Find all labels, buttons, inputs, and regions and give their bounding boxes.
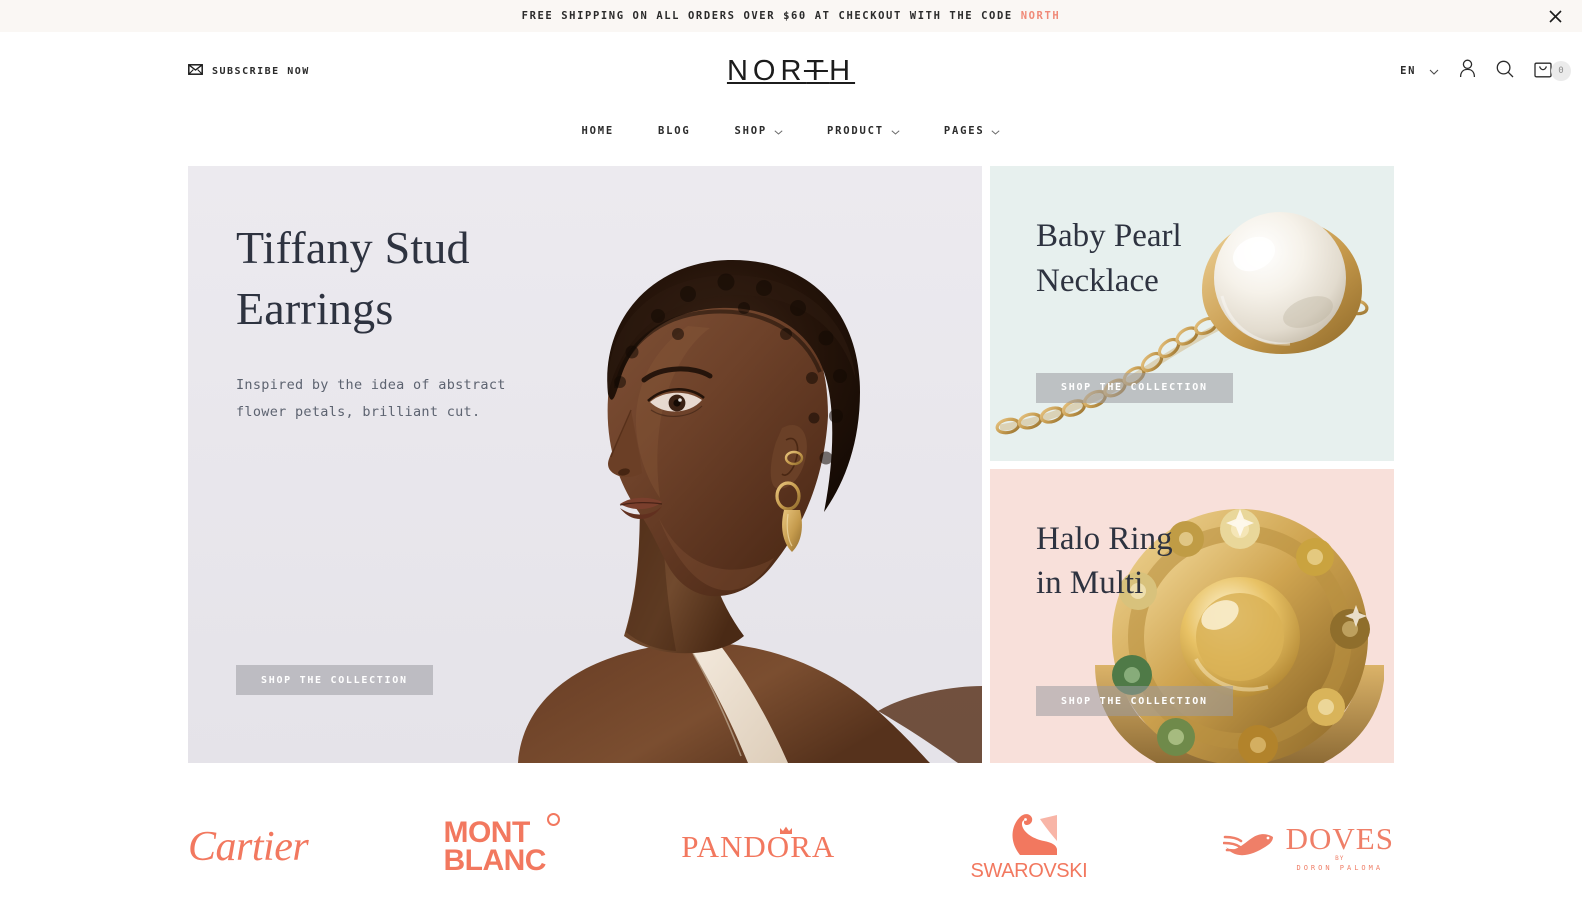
logo-text-part2: T bbox=[804, 54, 830, 87]
logo-text-part3: H bbox=[829, 54, 856, 87]
user-icon bbox=[1459, 59, 1476, 83]
nav-label-pages: PAGES bbox=[943, 125, 985, 137]
pandora-crown-icon bbox=[779, 823, 793, 840]
shopping-bag-icon bbox=[1534, 60, 1552, 83]
brand-name-swarovski: SWAROVSKI bbox=[970, 860, 1088, 882]
main-navigation: HOME BLOG SHOP PRODUCT PAGES bbox=[0, 110, 1582, 152]
chevron-down-icon bbox=[774, 122, 783, 140]
hero-title-line2: Earrings bbox=[236, 282, 394, 334]
brand-name-montblanc: MONT BLANC bbox=[443, 812, 560, 877]
envelope-icon bbox=[188, 62, 203, 80]
brand-doves-by: BY bbox=[1335, 854, 1345, 862]
brand-name-cartier: Cartier bbox=[188, 824, 309, 870]
brand-doves-subtitle: DORON PALOMA bbox=[1296, 863, 1384, 872]
cart-button[interactable]: 0 bbox=[1534, 60, 1571, 83]
hero-description: Inspired by the idea of abstract flower … bbox=[236, 377, 506, 421]
brand-name-pandora-wrap: PANDORA bbox=[681, 826, 836, 865]
subscribe-label: SUBSCRIBE NOW bbox=[212, 65, 310, 77]
brand-logos-section: Cartier MONT BLANC PANDORA SWAROVSKI DOV… bbox=[188, 787, 1394, 900]
nav-item-blog[interactable]: BLOG bbox=[636, 125, 713, 137]
nav-item-home[interactable]: HOME bbox=[560, 125, 637, 137]
brand-name-doves: DOVES bbox=[1285, 820, 1394, 856]
card-title-line1: Halo Ring bbox=[1036, 520, 1173, 557]
chevron-down-icon bbox=[891, 122, 900, 140]
hero-shop-collection-label: SHOP THE COLLECTION bbox=[261, 674, 408, 686]
card-shop-collection-button-pearl[interactable]: SHOP THE COLLECTION bbox=[1036, 372, 1233, 403]
hero-side-cards: Baby Pearl Necklace SHOP THE COLLECTION bbox=[990, 166, 1394, 763]
promo-code: NORTH bbox=[1020, 10, 1061, 22]
chevron-down-icon bbox=[1429, 62, 1439, 80]
card-shop-collection-label-pearl: SHOP THE COLLECTION bbox=[1061, 382, 1208, 393]
nav-item-pages[interactable]: PAGES bbox=[922, 122, 1023, 140]
nav-label-product: PRODUCT bbox=[827, 125, 884, 137]
card-shop-collection-button-ring[interactable]: SHOP THE COLLECTION bbox=[1036, 686, 1233, 716]
brand-logo-cartier[interactable]: Cartier bbox=[188, 811, 309, 883]
subscribe-link[interactable]: SUBSCRIBE NOW bbox=[188, 62, 310, 80]
card-title-halo-ring: Halo Ring in Multi bbox=[1036, 517, 1173, 607]
hero-shop-collection-button[interactable]: SHOP THE COLLECTION bbox=[236, 665, 433, 695]
language-selector[interactable]: EN bbox=[1400, 62, 1439, 80]
card-shop-collection-label-ring: SHOP THE COLLECTION bbox=[1061, 695, 1208, 707]
card-title-line2: in Multi bbox=[1036, 565, 1144, 602]
logo-text-part1: NOR bbox=[726, 54, 807, 87]
brand-logo-doves[interactable]: DOVES BY DORON PALOMA bbox=[1222, 811, 1394, 883]
card-title-line1: Baby Pearl bbox=[1036, 218, 1182, 254]
card-title-baby-pearl: Baby Pearl Necklace bbox=[1036, 214, 1182, 304]
close-icon[interactable] bbox=[1544, 5, 1566, 27]
hero-title: Tiffany Stud Earrings bbox=[236, 218, 536, 339]
search-button[interactable] bbox=[1496, 60, 1514, 83]
announcement-text: FREE SHIPPING ON ALL ORDERS OVER $60 AT … bbox=[522, 10, 1061, 22]
header-actions: EN 0 bbox=[1400, 59, 1571, 83]
chevron-down-icon bbox=[991, 122, 1001, 140]
brand-name-doves-wrap: DOVES BY DORON PALOMA bbox=[1222, 823, 1394, 872]
cart-count-badge: 0 bbox=[1551, 61, 1571, 81]
card-title-line2: Necklace bbox=[1036, 262, 1159, 299]
site-header: SUBSCRIBE NOW NOR T H EN 0 bbox=[0, 32, 1582, 110]
pearl-necklace-image bbox=[990, 166, 1394, 461]
nav-item-shop[interactable]: SHOP bbox=[713, 122, 806, 140]
nav-label-blog: BLOG bbox=[658, 125, 691, 137]
nav-item-product[interactable]: PRODUCT bbox=[805, 122, 922, 140]
announcement-message: FREE SHIPPING ON ALL ORDERS OVER $60 AT … bbox=[521, 10, 1013, 22]
search-icon bbox=[1496, 60, 1514, 83]
dove-icon bbox=[1222, 825, 1277, 870]
brand-logo-swarovski[interactable]: SWAROVSKI bbox=[971, 811, 1088, 883]
brand-name-pandora: PANDORA bbox=[681, 829, 836, 864]
brand-logo-montblanc[interactable]: MONT BLANC bbox=[443, 811, 560, 883]
swan-icon bbox=[1000, 811, 1058, 862]
doves-text-block: DOVES BY DORON PALOMA bbox=[1286, 823, 1394, 872]
brand-logo-pandora[interactable]: PANDORA bbox=[681, 811, 835, 883]
halo-ring-image bbox=[990, 469, 1394, 763]
account-button[interactable] bbox=[1459, 59, 1476, 83]
hero-section: Tiffany Stud Earrings Inspired by the id… bbox=[188, 166, 1394, 763]
hero-copy: Tiffany Stud Earrings Inspired by the id… bbox=[236, 218, 536, 426]
language-label: EN bbox=[1400, 65, 1416, 77]
hero-title-line1: Tiffany Stud bbox=[236, 222, 470, 273]
montblanc-star-icon bbox=[546, 812, 560, 826]
nav-label-home: HOME bbox=[581, 125, 615, 137]
hero-banner-main[interactable]: Tiffany Stud Earrings Inspired by the id… bbox=[188, 166, 982, 763]
announcement-bar: FREE SHIPPING ON ALL ORDERS OVER $60 AT … bbox=[0, 0, 1582, 32]
hero-card-halo-ring[interactable]: Halo Ring in Multi SHOP THE COLLECTION bbox=[990, 468, 1394, 763]
hero-card-baby-pearl-necklace[interactable]: Baby Pearl Necklace SHOP THE COLLECTION bbox=[990, 166, 1394, 461]
brand-montblanc-line2: BLANC bbox=[443, 844, 546, 877]
brand-name-swarovski-wrap: SWAROVSKI bbox=[971, 811, 1088, 883]
nav-label-shop: SHOP bbox=[734, 125, 768, 137]
site-logo[interactable]: NOR T H bbox=[727, 55, 855, 88]
